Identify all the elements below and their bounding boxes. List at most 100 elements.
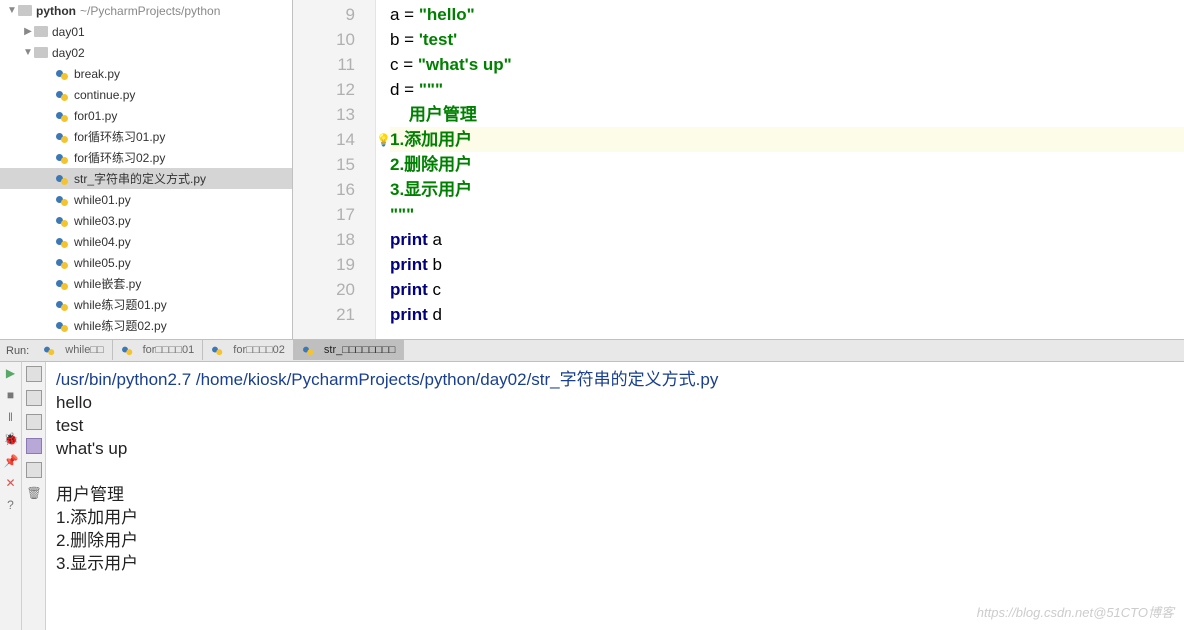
tree-file[interactable]: while05.py — [0, 252, 292, 273]
code-line[interactable]: d = """ — [390, 77, 1184, 102]
tree-file[interactable]: for01.py — [0, 105, 292, 126]
python-file-icon — [56, 172, 70, 186]
file-label: str_字符串的定义方式.py — [74, 170, 206, 187]
code-line[interactable]: 1.添加用户 — [390, 127, 1184, 152]
code-line[interactable]: print b — [390, 252, 1184, 277]
file-label: for循环练习02.py — [74, 149, 165, 166]
code-line[interactable]: 2.删除用户 — [390, 152, 1184, 177]
run-icon[interactable]: ▶ — [4, 366, 18, 380]
project-tree[interactable]: ▼ python ~/PycharmProjects/python ▶ day01… — [0, 0, 293, 339]
python-file-icon — [56, 88, 70, 102]
tree-file[interactable]: while练习题01.py — [0, 294, 292, 315]
console-line: 2.删除用户 — [56, 529, 1174, 552]
python-file-icon — [303, 344, 315, 356]
print-icon[interactable] — [26, 462, 42, 478]
console-line: 用户管理 — [56, 483, 1174, 506]
down-icon[interactable] — [26, 390, 42, 406]
code-line[interactable]: c = "what's up" — [390, 52, 1184, 77]
folder-icon — [18, 5, 32, 16]
python-file-icon — [56, 67, 70, 81]
file-label: break.py — [74, 67, 120, 81]
tree-file[interactable]: for循环练习02.py — [0, 147, 292, 168]
file-label: while05.py — [74, 256, 131, 270]
code-line[interactable]: print a — [390, 227, 1184, 252]
tab-label: for□□□□01 — [143, 344, 195, 356]
python-file-icon — [212, 344, 224, 356]
line-gutter: 9101112131415161718192021 — [293, 0, 376, 339]
watermark: https://blog.csdn.net@51CTO博客 — [977, 601, 1174, 624]
tree-folder[interactable]: ▼ day02 — [0, 42, 292, 63]
python-file-icon — [56, 109, 70, 123]
chevron-down-icon: ▼ — [6, 5, 18, 16]
tree-file[interactable]: while04.py — [0, 231, 292, 252]
tab-label: for□□□□02 — [233, 344, 285, 356]
python-file-icon — [56, 298, 70, 312]
tree-root[interactable]: ▼ python ~/PycharmProjects/python — [0, 0, 292, 21]
python-file-icon — [56, 193, 70, 207]
tree-file[interactable]: while嵌套.py — [0, 273, 292, 294]
file-label: for循环练习01.py — [74, 128, 165, 145]
debug-icon[interactable]: 🐞 — [4, 432, 18, 446]
help-icon[interactable]: ? — [4, 498, 18, 512]
run-label: Run: — [0, 345, 35, 357]
run-tab[interactable]: for□□□□01 — [113, 340, 204, 360]
console-command: /usr/bin/python2.7 /home/kiosk/PycharmPr… — [56, 368, 1174, 391]
tree-file[interactable]: while01.py — [0, 189, 292, 210]
code-line[interactable]: a = "hello" — [390, 2, 1184, 27]
python-file-icon — [44, 344, 56, 356]
code-line[interactable]: print c — [390, 277, 1184, 302]
scroll-icon[interactable] — [26, 438, 42, 454]
tree-file[interactable]: while练习题02.py — [0, 315, 292, 336]
file-label: while03.py — [74, 214, 131, 228]
stop-icon[interactable]: ■ — [4, 388, 18, 402]
python-file-icon — [56, 277, 70, 291]
python-file-icon — [56, 130, 70, 144]
python-file-icon — [122, 344, 134, 356]
wrap-icon[interactable] — [26, 414, 42, 430]
tree-file[interactable]: for循环练习01.py — [0, 126, 292, 147]
tree-file[interactable]: while03.py — [0, 210, 292, 231]
close-icon[interactable]: ✕ — [4, 476, 18, 490]
pause-icon[interactable]: ‖ — [4, 410, 18, 424]
project-path: ~/PycharmProjects/python — [80, 4, 220, 18]
run-tab[interactable]: while□□ — [35, 340, 112, 360]
code-line[interactable]: """ — [390, 202, 1184, 227]
console-line: test — [56, 414, 1174, 437]
pin-icon[interactable]: 📌 — [4, 454, 18, 468]
code-area[interactable]: 💡 a = "hello"b = 'test'c = "what's up"d … — [376, 0, 1184, 339]
lightbulb-icon[interactable]: 💡 — [376, 128, 391, 153]
folder-label: day02 — [52, 46, 85, 60]
console-line: 3.显示用户 — [56, 552, 1174, 575]
tree-file[interactable]: str_字符串的定义方式.py — [0, 168, 292, 189]
run-tab[interactable]: str_□□□□□□□□ — [294, 340, 405, 360]
chevron-icon: ▶ — [22, 26, 34, 37]
python-file-icon — [56, 151, 70, 165]
code-line[interactable]: 3.显示用户 — [390, 177, 1184, 202]
python-file-icon — [56, 319, 70, 333]
up-icon[interactable] — [26, 366, 42, 382]
tree-file[interactable]: continue.py — [0, 84, 292, 105]
console-output[interactable]: /usr/bin/python2.7 /home/kiosk/PycharmPr… — [46, 362, 1184, 630]
run-tab-bar: Run: while□□ for□□□□01 for□□□□02 str_□□□□□□… — [0, 340, 1184, 362]
file-label: while练习题02.py — [74, 317, 167, 334]
tree-folder[interactable]: ▶ day01 — [0, 21, 292, 42]
chevron-icon: ▼ — [22, 47, 34, 58]
code-line[interactable]: print d — [390, 302, 1184, 327]
run-tab[interactable]: for□□□□02 — [203, 340, 294, 360]
code-line[interactable]: b = 'test' — [390, 27, 1184, 52]
file-label: for01.py — [74, 109, 117, 123]
trash-icon[interactable]: 🗑 — [27, 486, 41, 500]
folder-label: day01 — [52, 25, 85, 39]
tab-label: while□□ — [65, 344, 103, 356]
code-editor[interactable]: 9101112131415161718192021 💡 a = "hello"b… — [293, 0, 1184, 339]
console-line: what's up — [56, 437, 1174, 460]
python-file-icon — [56, 256, 70, 270]
file-label: while练习题01.py — [74, 296, 167, 313]
console-line — [56, 460, 1174, 483]
console-line: hello — [56, 391, 1174, 414]
file-label: while嵌套.py — [74, 275, 141, 292]
python-file-icon — [56, 235, 70, 249]
code-line[interactable]: 用户管理 — [390, 102, 1184, 127]
python-file-icon — [56, 214, 70, 228]
tree-file[interactable]: break.py — [0, 63, 292, 84]
